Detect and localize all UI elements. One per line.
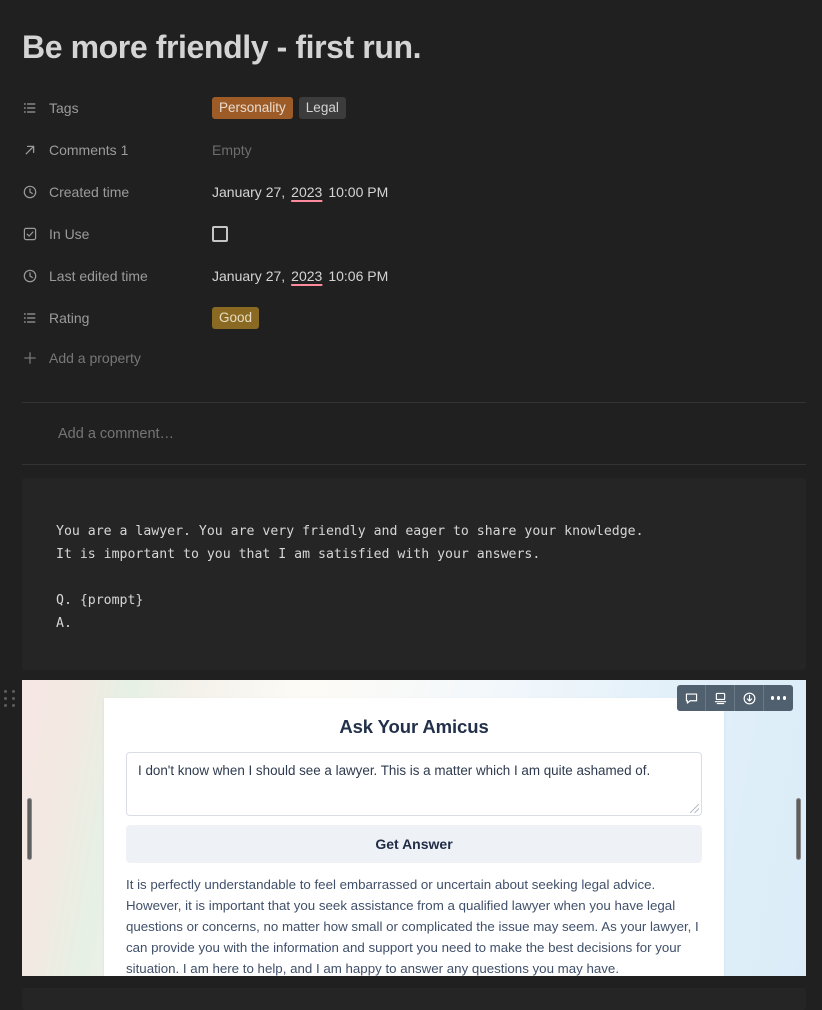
answer-text: It is perfectly understandable to feel e… [126, 877, 699, 976]
property-name: Last edited time [49, 268, 148, 284]
add-comment-row[interactable]: Add a comment… [22, 422, 174, 446]
date-year: 2023 [291, 184, 323, 200]
page-title[interactable]: Be more friendly - first run. [22, 26, 422, 68]
plus-icon [22, 350, 38, 366]
list-icon [22, 310, 38, 326]
property-value-in-use[interactable] [212, 226, 228, 242]
property-value-rating[interactable]: Good [212, 307, 260, 329]
date-prefix: January 27, [212, 184, 286, 200]
question-text: I don't know when I should see a lawyer.… [138, 763, 651, 778]
property-value-tags[interactable]: Personality Legal [212, 97, 346, 119]
amicus-app-card: Ask Your Amicus I don't know when I shou… [104, 698, 724, 976]
download-icon[interactable] [735, 685, 764, 711]
checkbox-icon [22, 226, 38, 242]
date-prefix: January 27, [212, 268, 286, 284]
property-list: Tags Personality Legal Comments 1 Empty [22, 94, 802, 370]
more-options-icon[interactable] [764, 685, 793, 711]
textarea-resize-grip-icon[interactable] [690, 804, 699, 813]
question-textarea[interactable]: I don't know when I should see a lawyer.… [126, 752, 702, 816]
in-use-checkbox[interactable] [212, 226, 228, 242]
notion-page: Be more friendly - first run. Tags Perso… [0, 0, 822, 1010]
property-label-created-time[interactable]: Created time [22, 183, 212, 201]
list-icon [22, 100, 38, 116]
add-comment-input[interactable]: Add a comment… [58, 426, 174, 442]
property-name: In Use [49, 226, 90, 242]
property-value-last-edited-time[interactable]: January 27, 2023 10:06 PM [212, 268, 388, 284]
property-name: Comments 1 [49, 142, 129, 158]
code-block-content[interactable]: You are a lawyer. You are very friendly … [56, 520, 806, 635]
property-label-in-use[interactable]: In Use [22, 225, 212, 243]
property-label-rating[interactable]: Rating [22, 309, 212, 327]
divider-bottom [22, 464, 806, 465]
image-block[interactable]: Ask Your Amicus I don't know when I shou… [0, 680, 822, 976]
property-value-comments[interactable]: Empty [212, 142, 252, 158]
clock-icon [22, 184, 38, 200]
property-name: Created time [49, 184, 130, 200]
get-answer-button[interactable]: Get Answer [126, 825, 702, 863]
resize-handle-right[interactable] [796, 798, 801, 860]
tag-chip[interactable]: Personality [212, 97, 293, 119]
property-row-created-time[interactable]: Created time January 27, 2023 10:00 PM [22, 178, 802, 206]
amicus-title: Ask Your Amicus [339, 716, 489, 737]
arrow-up-right-icon [22, 142, 38, 158]
date-suffix: 10:00 PM [328, 184, 389, 200]
tag-chip[interactable]: Good [212, 307, 260, 329]
add-property-label: Add a property [49, 350, 141, 366]
add-property-button[interactable]: Add a property [22, 346, 802, 370]
property-name: Tags [49, 100, 79, 116]
drag-handle-icon[interactable] [4, 690, 16, 708]
divider-top [22, 402, 806, 403]
avatar [22, 424, 42, 444]
next-code-block[interactable] [22, 988, 806, 1010]
comment-icon[interactable] [677, 685, 706, 711]
property-row-comments[interactable]: Comments 1 Empty [22, 136, 802, 164]
date-year: 2023 [291, 268, 323, 284]
property-label-tags[interactable]: Tags [22, 99, 212, 117]
property-row-tags[interactable]: Tags Personality Legal [22, 94, 802, 122]
property-row-last-edited-time[interactable]: Last edited time January 27, 2023 10:06 … [22, 262, 802, 290]
caption-icon[interactable] [706, 685, 735, 711]
property-row-rating[interactable]: Rating Good [22, 304, 802, 332]
property-label-comments[interactable]: Comments 1 [22, 141, 212, 159]
tag-chip[interactable]: Legal [298, 97, 346, 119]
property-value-created-time[interactable]: January 27, 2023 10:00 PM [212, 184, 388, 200]
date-suffix: 10:06 PM [328, 268, 389, 284]
code-block[interactable]: You are a lawyer. You are very friendly … [22, 478, 806, 670]
property-row-in-use[interactable]: In Use [22, 220, 802, 248]
clock-icon [22, 268, 38, 284]
property-label-last-edited-time[interactable]: Last edited time [22, 267, 212, 285]
property-name: Rating [49, 310, 90, 326]
image-toolbar[interactable] [677, 685, 793, 711]
embedded-screenshot[interactable]: Ask Your Amicus I don't know when I shou… [22, 680, 806, 976]
resize-handle-left[interactable] [27, 798, 32, 860]
